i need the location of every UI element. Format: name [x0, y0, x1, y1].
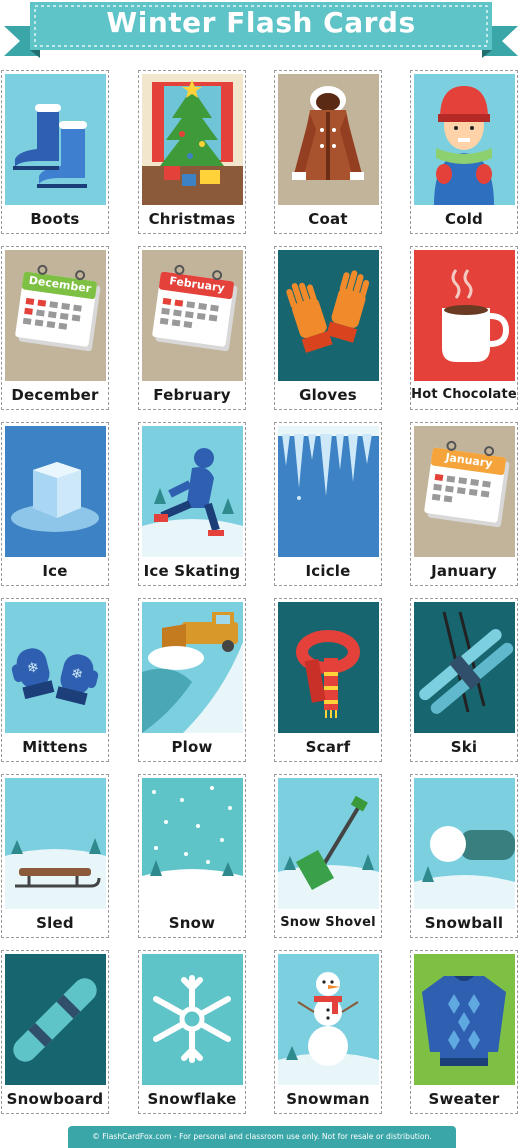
- card-label: Snowflake: [147, 1090, 237, 1108]
- ice-skater-icon: [142, 426, 243, 557]
- christmas-tree-icon: [142, 74, 243, 205]
- card-label: Snowball: [424, 914, 504, 932]
- flash-card-february[interactable]: February February: [138, 246, 246, 410]
- flash-card-snowflake[interactable]: Snowflake: [138, 950, 246, 1114]
- flash-card-snowball[interactable]: Snowball: [410, 774, 518, 938]
- card-label: Ice Skating: [143, 562, 241, 580]
- card-label: Mittens: [22, 738, 88, 756]
- calendar-icon: February: [142, 250, 243, 381]
- title-banner: Winter Flash Cards: [0, 0, 522, 62]
- flash-card-icicle[interactable]: Icicle: [274, 422, 382, 586]
- page-title: Winter Flash Cards: [106, 6, 416, 39]
- flash-card-snowman[interactable]: Snowman: [274, 950, 382, 1114]
- flash-card-january[interactable]: January January: [410, 422, 518, 586]
- ice-cube-icon: [5, 426, 106, 557]
- cold-person-icon: [414, 74, 515, 205]
- flash-card-ice-skating[interactable]: Ice Skating: [138, 422, 246, 586]
- flash-card-sweater[interactable]: Sweater: [410, 950, 518, 1114]
- card-label: February: [153, 386, 231, 404]
- boots-icon: [5, 74, 106, 205]
- snowflake-icon: [142, 954, 243, 1085]
- mittens-icon: ❄ ❄: [5, 602, 106, 733]
- card-label: Ice: [42, 562, 68, 580]
- flash-card-coat[interactable]: Coat: [274, 70, 382, 234]
- card-label: Boots: [30, 210, 80, 228]
- card-label: Gloves: [299, 386, 357, 404]
- skis-icon: [414, 602, 515, 733]
- sled-icon: [5, 778, 106, 909]
- flash-card-gloves[interactable]: Gloves: [274, 246, 382, 410]
- card-label: Hot Chocolate: [411, 387, 517, 402]
- card-label: Icicle: [305, 562, 351, 580]
- snow-icon: [142, 778, 243, 909]
- snowball-icon: [414, 778, 515, 909]
- card-label: Cold: [445, 210, 483, 228]
- flash-card-snow[interactable]: Snow: [138, 774, 246, 938]
- flash-card-december[interactable]: December December: [1, 246, 109, 410]
- card-label: January: [431, 562, 497, 580]
- card-label: Ski: [450, 738, 478, 756]
- card-label: Christmas: [148, 210, 236, 228]
- card-label: December: [11, 386, 99, 404]
- icicle-icon: [278, 426, 379, 557]
- footer-bar: © FlashCardFox.com - For personal and cl…: [68, 1126, 456, 1148]
- flash-card-christmas[interactable]: Christmas: [138, 70, 246, 234]
- flash-card-plow[interactable]: Plow: [138, 598, 246, 762]
- snowman-icon: [278, 954, 379, 1085]
- flash-card-mittens[interactable]: ❄ ❄ Mittens: [1, 598, 109, 762]
- coat-icon: [278, 74, 379, 205]
- card-label: Sled: [36, 914, 74, 932]
- card-label: Snowman: [286, 1090, 370, 1108]
- flash-card-cold[interactable]: Cold: [410, 70, 518, 234]
- mug-icon: [414, 250, 515, 381]
- card-label: Snow Shovel: [280, 915, 376, 930]
- flash-card-scarf[interactable]: Scarf: [274, 598, 382, 762]
- shovel-icon: [278, 778, 379, 909]
- calendar-icon: December: [5, 250, 106, 381]
- card-label: Plow: [171, 738, 213, 756]
- copyright-text: © FlashCardFox.com - For personal and cl…: [92, 1132, 432, 1141]
- gloves-icon: [278, 250, 379, 381]
- flash-card-sled[interactable]: Sled: [1, 774, 109, 938]
- flash-card-boots[interactable]: Boots: [1, 70, 109, 234]
- snowboard-icon: [5, 954, 106, 1085]
- flash-card-hot-chocolate[interactable]: Hot Chocolate: [410, 246, 518, 410]
- flash-card-ski[interactable]: Ski: [410, 598, 518, 762]
- sweater-icon: [414, 954, 515, 1085]
- card-label: Sweater: [428, 1090, 500, 1108]
- calendar-icon: January: [414, 426, 515, 557]
- flash-card-snow-shovel[interactable]: Snow Shovel: [274, 774, 382, 938]
- card-label: Snowboard: [6, 1090, 104, 1108]
- card-label: Scarf: [305, 738, 351, 756]
- snow-plow-icon: [142, 602, 243, 733]
- scarf-icon: [278, 602, 379, 733]
- card-label: Coat: [308, 210, 348, 228]
- flash-card-ice[interactable]: Ice: [1, 422, 109, 586]
- card-label: Snow: [168, 914, 216, 932]
- flash-card-snowboard[interactable]: Snowboard: [1, 950, 109, 1114]
